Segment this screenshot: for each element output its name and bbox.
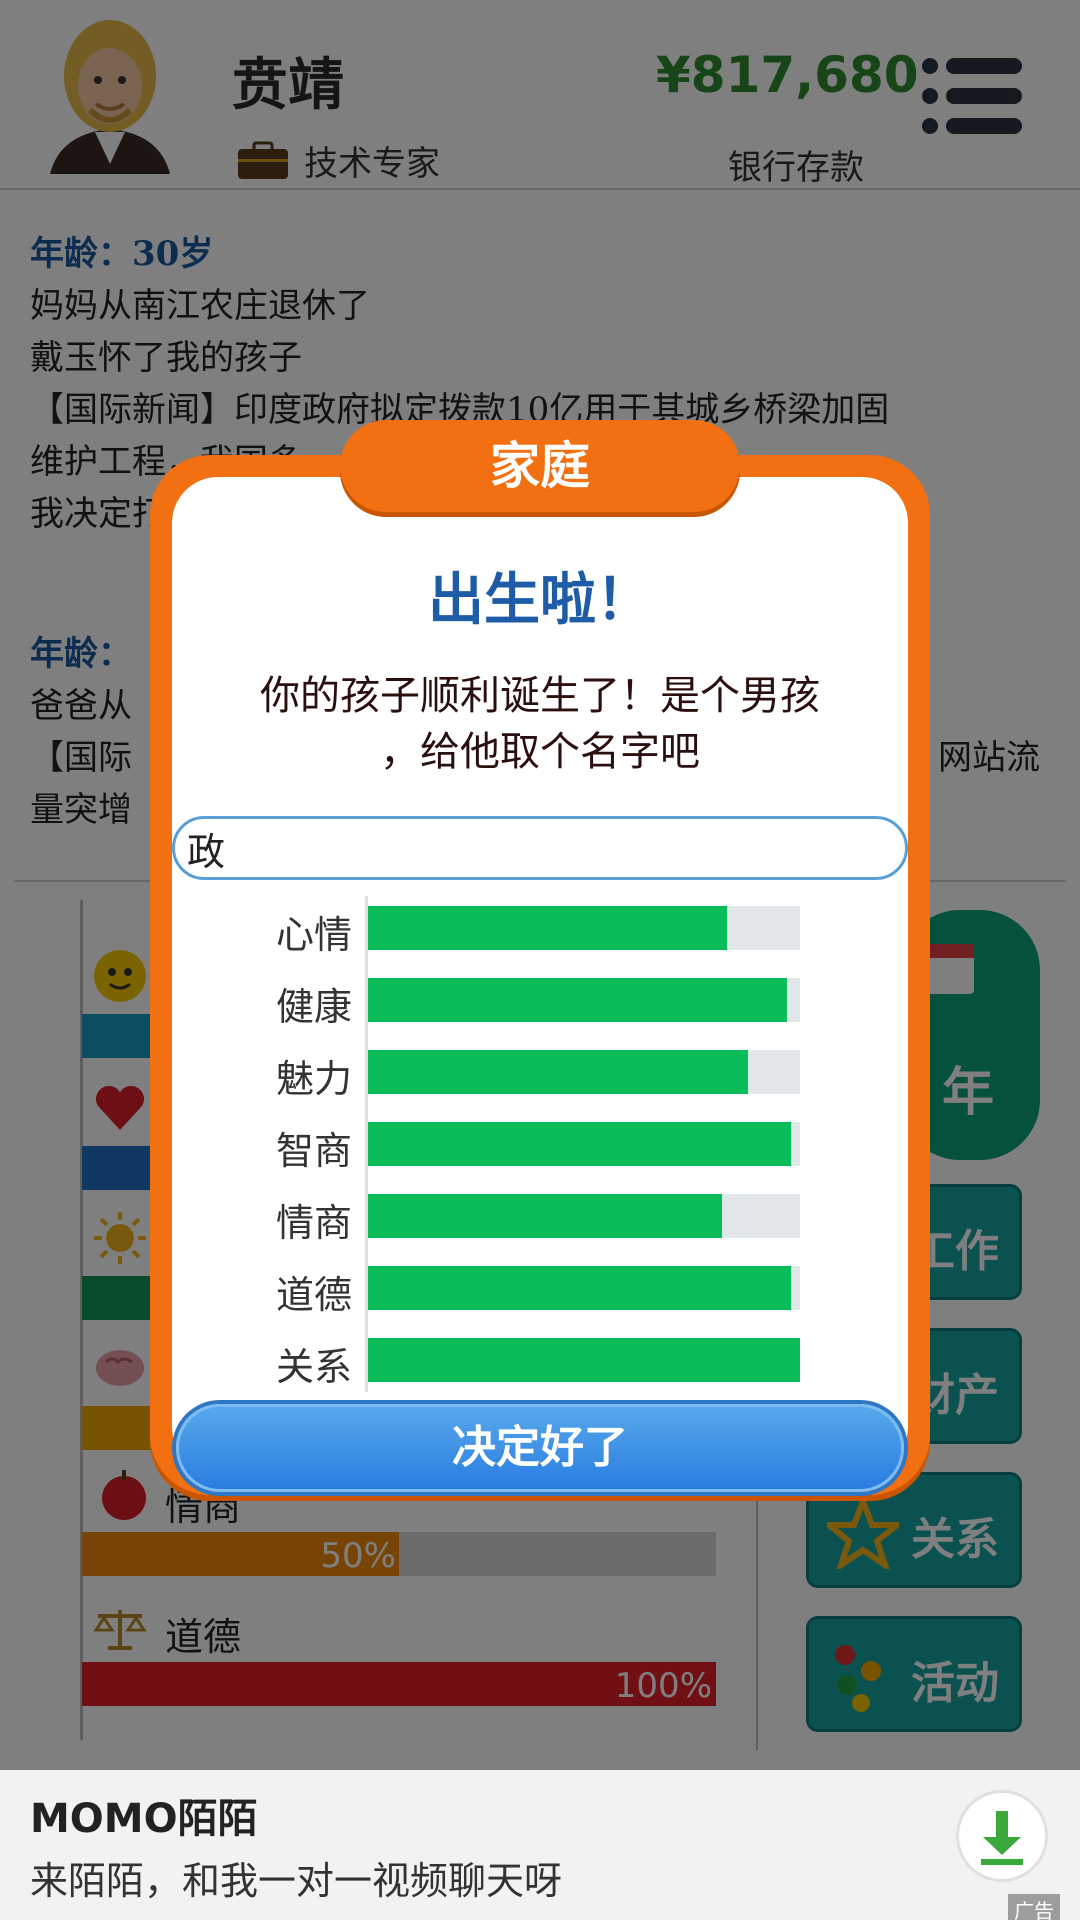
- child-stat-label: 魅力: [275, 1057, 352, 1101]
- child-stat-bar: [368, 1050, 800, 1094]
- child-stat-bar-fill: [368, 978, 788, 1022]
- dialog-heading: 出生啦！: [428, 568, 652, 633]
- ad-download-button[interactable]: [956, 1790, 1048, 1882]
- child-stat-bar: [368, 1338, 800, 1382]
- dialog-message-line: ，给他取个名字吧: [380, 729, 700, 775]
- dialog-message-line: 你的孩子顺利诞生了！是个男孩: [260, 673, 820, 719]
- ad-text: 来陌陌，和我一对一视频聊天呀: [30, 1859, 563, 1903]
- child-stat-label: 情商: [275, 1201, 352, 1245]
- child-stat-label: 心情: [275, 913, 352, 957]
- child-stat-label: 智商: [275, 1129, 352, 1173]
- ad-banner[interactable]: MOMO陌陌 来陌陌，和我一对一视频聊天呀: [0, 1770, 1080, 1920]
- dialog-message: 你的孩子顺利诞生了！是个男孩 ，给他取个名字吧: [215, 668, 865, 780]
- child-stat-bar-fill: [368, 1266, 792, 1310]
- child-stat-label: 健康: [275, 985, 352, 1029]
- download-icon: [981, 1811, 1023, 1865]
- child-name-input[interactable]: [172, 816, 908, 880]
- ad-label: 广告: [1008, 1894, 1060, 1920]
- child-stat-bar-fill: [368, 1050, 749, 1094]
- child-stat-label: 关系: [275, 1345, 352, 1389]
- dialog-tab-title: 家庭: [490, 437, 590, 495]
- child-stat-bar: [368, 978, 800, 1022]
- confirm-button[interactable]: 决定好了: [176, 1404, 904, 1492]
- child-stat-bar-fill: [368, 906, 727, 950]
- ad-title: MOMO陌陌: [30, 1796, 258, 1842]
- child-stat-bar-fill: [368, 1122, 792, 1166]
- child-stat-bar-fill: [368, 1194, 723, 1238]
- child-stat-bar: [368, 1122, 800, 1166]
- dialog-tab: 家庭: [340, 420, 740, 512]
- child-stat-bar: [368, 1194, 800, 1238]
- child-stat-bar: [368, 906, 800, 950]
- child-stat-bar-fill: [368, 1338, 800, 1382]
- child-stat-bar: [368, 1266, 800, 1310]
- child-stat-label: 道德: [275, 1273, 352, 1317]
